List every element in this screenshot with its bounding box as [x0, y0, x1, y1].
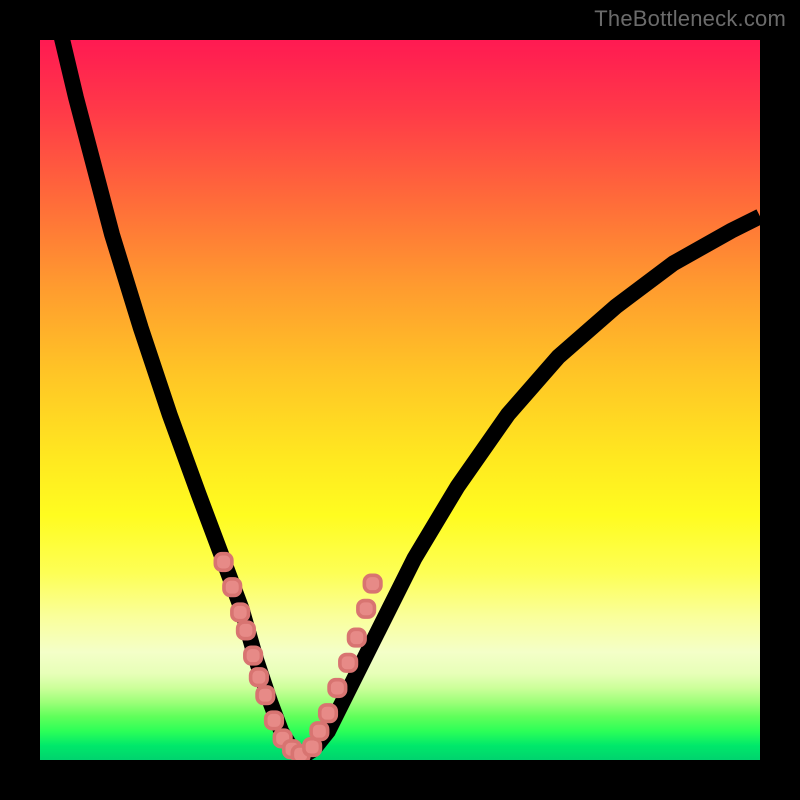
highlight-point	[358, 601, 375, 618]
chart-frame: TheBottleneck.com	[0, 0, 800, 800]
bottleneck-curve	[40, 40, 760, 756]
highlight-point	[266, 712, 283, 729]
highlight-point	[364, 575, 381, 592]
highlight-point	[224, 579, 241, 596]
highlight-point	[320, 705, 337, 722]
highlight-point	[349, 629, 366, 646]
highlight-point	[232, 604, 249, 621]
highlight-point	[245, 647, 262, 664]
watermark-text: TheBottleneck.com	[594, 6, 786, 32]
highlight-point	[215, 554, 232, 571]
highlight-point	[238, 622, 255, 639]
highlight-point	[329, 680, 346, 697]
highlight-point	[311, 723, 328, 740]
highlight-point	[257, 687, 274, 704]
highlight-point	[251, 669, 268, 686]
highlight-point	[340, 655, 357, 672]
plot-area	[40, 40, 760, 760]
marker-group	[215, 554, 381, 760]
curve-svg	[40, 40, 760, 760]
